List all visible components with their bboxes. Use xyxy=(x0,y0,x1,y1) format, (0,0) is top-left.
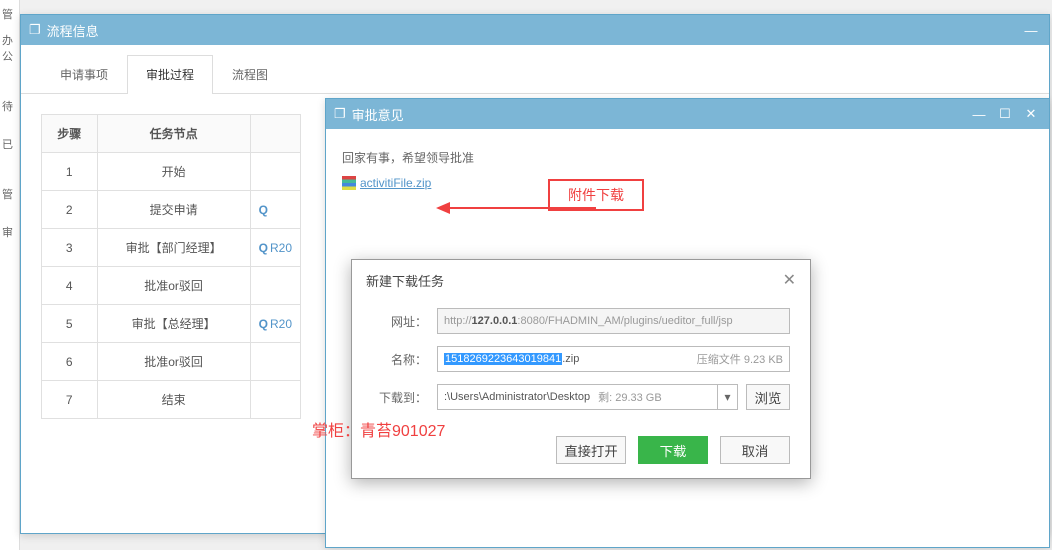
selected-text: 1518269223643019841 xyxy=(444,353,562,365)
label-url: 网址： xyxy=(372,313,427,330)
cell-action xyxy=(250,343,300,381)
approval-opinion-title: 审批意见 xyxy=(352,105,404,124)
attachment-download-callout: 附件下载 xyxy=(548,179,644,211)
close-icon[interactable]: ✕ xyxy=(1021,106,1041,122)
cell-action xyxy=(250,153,300,191)
cell-step: 5 xyxy=(42,305,98,343)
cell-action: QR20 xyxy=(250,305,300,343)
watermark: 掌柜：青苔901027 xyxy=(312,417,445,441)
col-action xyxy=(250,115,300,153)
window-icon: ❐ xyxy=(29,22,41,38)
table-row: 2提交申请 Q xyxy=(42,191,301,229)
browse-button[interactable]: 浏览 xyxy=(746,384,790,410)
cell-node: 批准or驳回 xyxy=(97,343,250,381)
bg-text: 审 xyxy=(0,222,19,242)
saveto-input[interactable]: :\Users\Administrator\Desktop 剩: 29.33 G… xyxy=(437,384,718,410)
maximize-icon[interactable]: ☐ xyxy=(995,106,1015,122)
bg-text: 办公 xyxy=(0,30,19,66)
name-input[interactable]: 1518269223643019841.zip 压缩文件 9.23 KB xyxy=(437,346,790,372)
close-icon[interactable]: ✕ xyxy=(783,270,796,290)
cell-step: 7 xyxy=(42,381,98,419)
table-row: 7结束 xyxy=(42,381,301,419)
attachment-filename: activitiFile.zip xyxy=(360,176,431,190)
dropdown-button[interactable]: ▾ xyxy=(718,384,738,410)
zip-file-icon xyxy=(342,176,356,190)
cell-node: 批准or驳回 xyxy=(97,267,250,305)
cell-node: 开始 xyxy=(97,153,250,191)
bg-text: 待 xyxy=(0,96,19,116)
cell-action: QR20 xyxy=(250,229,300,267)
minimize-icon[interactable]: — xyxy=(1021,22,1041,38)
approval-opinion-window: ❐ 审批意见 — ☐ ✕ 回家有事，希望领导批准 activitiFile.zi… xyxy=(325,98,1050,548)
record-link[interactable]: QR20 xyxy=(259,317,292,331)
cell-action: Q xyxy=(250,191,300,229)
workflow-info-title: 流程信息 xyxy=(47,21,99,40)
cell-step: 4 xyxy=(42,267,98,305)
workflow-info-titlebar[interactable]: ❐ 流程信息 — xyxy=(21,15,1049,45)
col-step: 步骤 xyxy=(42,115,98,153)
attachment-link[interactable]: activitiFile.zip xyxy=(342,176,431,190)
table-row: 1开始 xyxy=(42,153,301,191)
minimize-icon[interactable]: — xyxy=(969,106,989,122)
cell-node: 审批【总经理】 xyxy=(97,305,250,343)
col-node: 任务节点 xyxy=(97,115,250,153)
background-sidebar: 管 办公 待 已 管 审 xyxy=(0,0,20,550)
tab-flowchart[interactable]: 流程图 xyxy=(213,55,287,93)
table-row: 6批准or驳回 xyxy=(42,343,301,381)
table-row: 3审批【部门经理】 QR20 xyxy=(42,229,301,267)
record-link[interactable]: QR20 xyxy=(259,241,292,255)
bg-text: 管 xyxy=(0,4,19,24)
bg-text: 已 xyxy=(0,134,19,154)
cancel-button[interactable]: 取消 xyxy=(720,436,790,464)
approval-opinion-titlebar[interactable]: ❐ 审批意见 — ☐ ✕ xyxy=(326,99,1049,129)
cell-action xyxy=(250,267,300,305)
cell-node: 审批【部门经理】 xyxy=(97,229,250,267)
opinion-body: 回家有事，希望领导批准 activitiFile.zip 附件下载 掌柜：青苔9… xyxy=(326,129,1049,213)
cell-step: 2 xyxy=(42,191,98,229)
open-directly-button[interactable]: 直接打开 xyxy=(556,436,626,464)
window-icon: ❐ xyxy=(334,106,346,122)
table-row: 5审批【总经理】 QR20 xyxy=(42,305,301,343)
file-meta: 压缩文件 9.23 KB xyxy=(689,351,783,367)
table-row: 4批准or驳回 xyxy=(42,267,301,305)
download-button[interactable]: 下载 xyxy=(638,436,708,464)
steps-table: 步骤 任务节点 1开始2提交申请Q3审批【部门经理】QR204批准or驳回5审批… xyxy=(41,114,301,419)
tab-approval-process[interactable]: 审批过程 xyxy=(127,55,213,94)
label-name: 名称： xyxy=(372,351,427,368)
cell-node: 结束 xyxy=(97,381,250,419)
download-task-dialog: 新建下载任务 ✕ 网址： http://127.0.0.1:8080/FHADM… xyxy=(351,259,811,479)
tabs: 申请事项 审批过程 流程图 xyxy=(21,55,1049,94)
cell-step: 3 xyxy=(42,229,98,267)
tab-apply[interactable]: 申请事项 xyxy=(41,55,127,93)
label-saveto: 下载到： xyxy=(372,389,427,406)
url-input[interactable]: http://127.0.0.1:8080/FHADMIN_AM/plugins… xyxy=(437,308,790,334)
download-dialog-title: 新建下载任务 xyxy=(366,271,444,290)
opinion-text: 回家有事，希望领导批准 xyxy=(342,149,1033,166)
cell-node: 提交申请 xyxy=(97,191,250,229)
cell-action xyxy=(250,381,300,419)
magnify-icon[interactable]: Q xyxy=(259,203,268,217)
cell-step: 6 xyxy=(42,343,98,381)
cell-step: 1 xyxy=(42,153,98,191)
bg-text: 管 xyxy=(0,184,19,204)
